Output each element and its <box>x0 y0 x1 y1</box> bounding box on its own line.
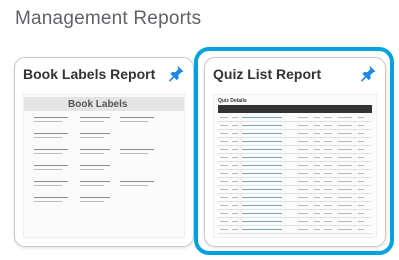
thumbnail-filler-line <box>34 201 62 202</box>
page-title: Management Reports <box>15 8 202 29</box>
report-card-book-labels[interactable]: Book Labels Report Book Labels <box>14 57 194 247</box>
thumbnail-filler-line <box>80 185 104 186</box>
thumbnail-filler-line <box>80 137 104 138</box>
thumbnail-filler-line <box>34 185 62 186</box>
management-reports-page: Management Reports Book Labels Report Bo… <box>0 0 399 260</box>
thumbnail-filler-line <box>34 117 68 118</box>
thumbnail-filler-line <box>34 153 62 154</box>
thumbnail-filler-line <box>120 181 154 182</box>
pushpin-icon[interactable] <box>167 64 185 82</box>
report-thumbnail: Book Labels <box>23 94 185 238</box>
thumbnail-heading: Book Labels <box>68 99 128 110</box>
card-title: Book Labels Report <box>23 66 156 82</box>
thumbnail-filler-line <box>80 149 110 150</box>
thumbnail-filler-line <box>34 169 62 170</box>
thumbnail-filler-line <box>34 181 68 182</box>
thumbnail-filler-line <box>80 117 110 118</box>
thumbnail-filler-line <box>80 153 104 154</box>
thumbnail-filler-line <box>120 185 148 186</box>
thumbnail-filler-line <box>120 121 148 122</box>
thumbnail-filler-line <box>34 133 68 134</box>
thumbnail-filler-line <box>80 169 104 170</box>
thumbnail-filler-line <box>80 133 110 134</box>
thumbnail-filler-line <box>34 165 68 166</box>
thumbnail-filler-line <box>34 137 62 138</box>
thumbnail-filler-line <box>120 153 148 154</box>
thumbnail-filler-line <box>80 201 104 202</box>
thumbnail-filler-line <box>80 165 110 166</box>
thumbnail-filler-line <box>34 197 68 198</box>
thumbnail-filler-line <box>120 117 154 118</box>
thumbnail-filler-line <box>34 149 68 150</box>
thumbnail-filler-line <box>80 121 104 122</box>
selection-highlight <box>194 47 394 255</box>
thumbnail-filler-line <box>120 149 154 150</box>
thumbnail-filler-line <box>34 121 62 122</box>
thumbnail-filler-line <box>80 181 110 182</box>
thumbnail-filler-line <box>80 197 110 198</box>
